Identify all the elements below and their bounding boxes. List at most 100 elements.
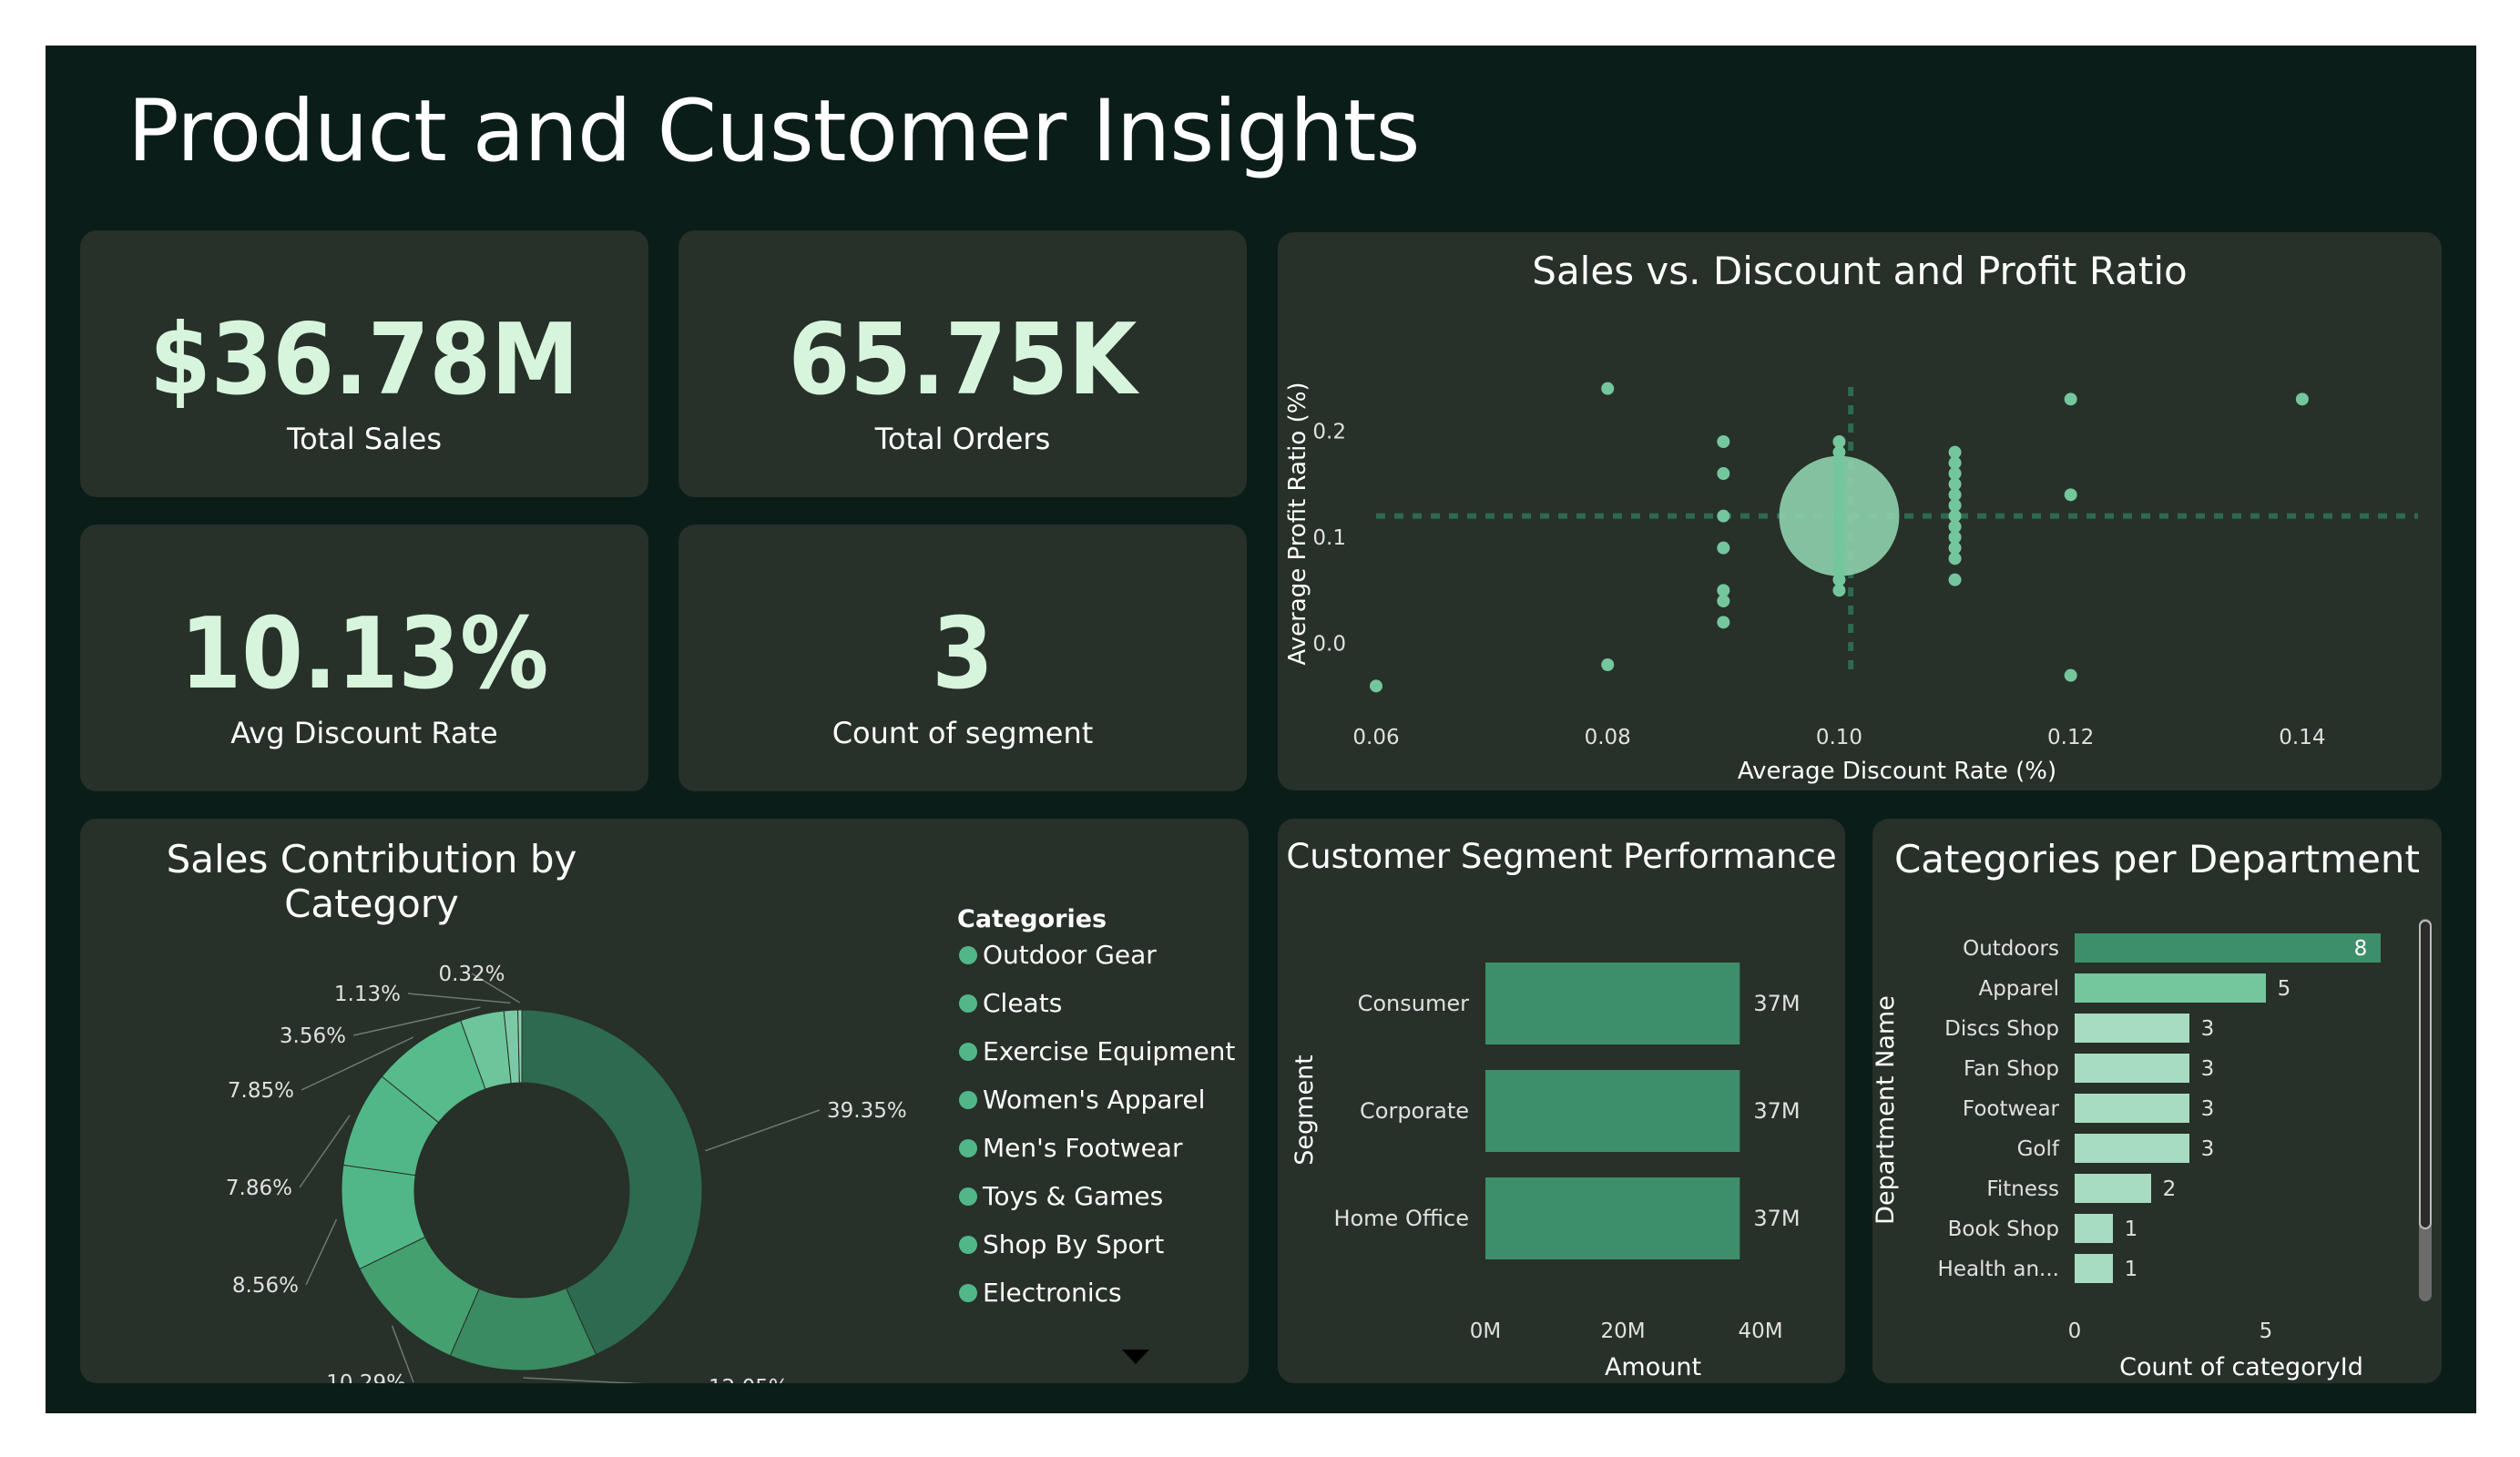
segment-category-label: Home Office [1333, 1206, 1469, 1231]
kpi-avg-discount-card[interactable]: 10.13% Avg Discount Rate [80, 525, 648, 791]
segment-bar [1485, 1177, 1740, 1259]
dashboard: Product and Customer Insights $36.78M To… [46, 46, 2476, 1413]
x-axis-label: Count of categoryId [2119, 1353, 2363, 1381]
legend-item[interactable]: Men's Footwear [959, 1133, 1182, 1163]
segment-value-label: 37M [1753, 1206, 1800, 1231]
department-bar [2075, 1174, 2151, 1203]
kpi-total-sales-card[interactable]: $36.78M Total Sales [80, 230, 648, 497]
legend-label: Shop By Sport [983, 1229, 1165, 1259]
legend-item[interactable]: Electronics [959, 1278, 1122, 1308]
y-axis-label: Average Profit Ratio (%) [1284, 382, 1311, 665]
department-value-label: 2 [2163, 1177, 2177, 1201]
legend-label: Toys & Games [983, 1181, 1164, 1211]
segment-category-label: Consumer [1358, 991, 1470, 1016]
donut-slice-label: 39.35% [827, 1099, 907, 1123]
scatter-point [2064, 392, 2077, 406]
legend-label: Exercise Equipment [983, 1036, 1236, 1066]
kpi-label: Count of segment [831, 716, 1094, 750]
legend-label: Men's Footwear [983, 1133, 1183, 1163]
segment-value-label: 37M [1753, 991, 1800, 1016]
department-bar [2075, 1254, 2113, 1283]
scatter-point [1717, 435, 1730, 448]
department-value-label: 3 [2201, 1017, 2215, 1041]
y-tick-label: 0.0 [1312, 633, 1346, 657]
department-bar [2075, 1214, 2113, 1243]
scatter-point [2295, 392, 2309, 406]
department-bar [2075, 933, 2381, 963]
y-tick-label: 0.1 [1312, 526, 1346, 550]
donut-slice-label: 7.86% [226, 1177, 292, 1200]
scatter-point [1717, 467, 1730, 480]
legend-marker [959, 1235, 977, 1254]
department-chart-card[interactable]: Categories per Department Outdoors 8 Appar… [1872, 819, 2442, 1383]
x-tick-label: 0.12 [2047, 726, 2094, 749]
donut-slice-label: 0.32% [438, 963, 505, 986]
department-value-label: 5 [2278, 977, 2291, 1001]
x-tick-label: 0M [1470, 1319, 1501, 1343]
x-axis-label: Amount [1605, 1353, 1701, 1381]
legend-marker [959, 945, 977, 964]
kpi-label: Avg Discount Rate [230, 716, 498, 750]
department-value-label: 3 [2201, 1137, 2215, 1161]
legend-item[interactable]: Exercise Equipment [959, 1036, 1235, 1066]
segment-bar [1485, 1070, 1740, 1152]
legend-item[interactable]: Outdoor Gear [959, 940, 1157, 970]
department-value-label: 1 [2125, 1218, 2138, 1241]
legend-marker [959, 993, 977, 1013]
scrollbar-thumb[interactable] [2419, 920, 2432, 1229]
donut-leader-line [407, 993, 511, 1004]
segment-chart-card[interactable]: Customer Segment Performance Consumer 37M… [1278, 819, 1845, 1383]
kpi-value: 65.75K [788, 303, 1138, 417]
scatter-point [1948, 552, 1962, 565]
donut-slice-label: 10.29% [326, 1371, 406, 1383]
scatter-chart-card[interactable]: Sales vs. Discount and Profit Ratio 0.06… [1278, 232, 2442, 790]
y-tick-label: 0.2 [1312, 420, 1346, 443]
donut-leader-line [523, 1377, 644, 1383]
segment-value-label: 37M [1753, 1098, 1800, 1124]
donut-slice-label: 3.56% [280, 1024, 346, 1048]
department-category-label: Fan Shop [1964, 1057, 2059, 1081]
department-bar-chart[interactable]: Outdoors 8 Apparel 5 Discs Shop 3 Fan Shop 3 Foo… [1872, 819, 2442, 1383]
y-axis-label: Segment [1291, 1055, 1319, 1166]
legend-item[interactable]: Cleats [959, 988, 1062, 1018]
scatter-point [2064, 668, 2077, 682]
kpi-label: Total Sales [286, 422, 443, 456]
kpi-segment-count-card[interactable]: 3 Count of segment [678, 525, 1247, 791]
kpi-value: 10.13% [179, 597, 549, 711]
scatter-point [1601, 658, 1615, 671]
segment-bar [1485, 963, 1740, 1044]
department-category-label: Footwear [1963, 1097, 2060, 1121]
legend-marker [959, 1042, 977, 1061]
kpi-value: 3 [932, 597, 994, 711]
department-bar [2075, 973, 2266, 1003]
scatter-point [1832, 584, 1846, 597]
legend-marker [959, 1138, 977, 1157]
x-tick-label: 5 [2260, 1319, 2273, 1343]
scatter-chart[interactable]: 0.06 0.08 0.10 0.12 0.14 0.2 0.1 0.0 Average Dis… [1278, 232, 2442, 790]
scatter-point [1370, 679, 1382, 693]
legend-label: Outdoor Gear [983, 940, 1157, 970]
department-value-label: 1 [2125, 1258, 2138, 1281]
legend-item[interactable]: Women's Apparel [959, 1085, 1205, 1115]
scatter-point [1717, 595, 1730, 607]
segment-bar-chart[interactable]: Consumer 37M Corporate 37M Home Office 37M 0M 2… [1278, 819, 1845, 1383]
donut-chart-card[interactable]: Sales Contribution by Category 39.35%12.… [80, 819, 1249, 1383]
x-tick-label: 0.14 [2279, 726, 2325, 749]
department-category-label: Discs Shop [1944, 1017, 2059, 1041]
department-category-label: Fitness [1986, 1177, 2059, 1201]
kpi-total-orders-card[interactable]: 65.75K Total Orders [678, 230, 1247, 497]
scatter-point [1717, 616, 1730, 629]
scatter-point [1948, 573, 1962, 586]
department-bar [2075, 1054, 2189, 1083]
department-category-label: Health an... [1938, 1258, 2059, 1281]
donut-slice-label: 7.85% [228, 1079, 294, 1103]
x-tick-label: 0.08 [1585, 726, 1631, 749]
donut-slice-label: 8.56% [232, 1274, 299, 1298]
department-value-label: 8 [2354, 937, 2368, 961]
legend-item[interactable]: Toys & Games [959, 1181, 1163, 1211]
scatter-point [1717, 509, 1730, 523]
legend-scroll-down-icon[interactable] [1120, 1347, 1151, 1367]
legend-item[interactable]: Shop By Sport [959, 1229, 1164, 1259]
scatter-point [1601, 382, 1615, 395]
y-axis-label: Department Name [1872, 995, 1900, 1225]
